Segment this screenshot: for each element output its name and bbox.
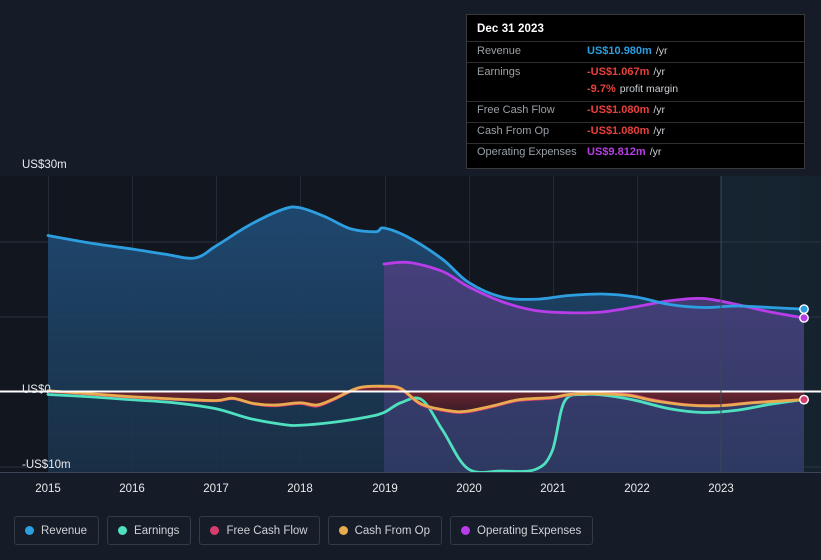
chart-legend: Revenue Earnings Free Cash Flow Cash From O… [14, 516, 594, 545]
tooltip-row-value: -US$1.080m [587, 104, 650, 116]
tooltip-row: Revenue US$10.980m/yr [467, 41, 804, 62]
tooltip-row: Cash From Op -US$1.080m/yr [467, 121, 804, 143]
x-axis-tick-label: 2021 [540, 483, 566, 495]
tooltip-rows: Revenue US$10.980m/yr Earnings -US$1.067m/y… [467, 41, 804, 164]
y-axis-tick-label: -US$10m [22, 459, 71, 471]
x-axis-tick-label: 2019 [372, 483, 398, 495]
legend-item-label: Earnings [134, 524, 180, 537]
endpoint-marker [799, 394, 809, 405]
legend-color-dot-icon [338, 526, 348, 535]
legend-color-dot-icon [210, 526, 220, 535]
tooltip-row-unit: /yr [649, 146, 662, 158]
tooltip-row-value: -US$1.080m [587, 125, 650, 137]
x-axis-tick-label: 2016 [119, 483, 145, 495]
tooltip-date: Dec 31 2023 [477, 23, 544, 35]
tooltip-row-unit: /yr [653, 125, 666, 137]
legend-item-operating-expenses[interactable]: Operating Expenses [450, 516, 594, 545]
x-axis-tick-label: 2018 [287, 483, 313, 495]
tooltip-row: Free Cash Flow -US$1.080m/yr [467, 100, 804, 122]
endpoint-marker [799, 313, 809, 323]
endpoint-marker [799, 304, 809, 315]
tooltip-row-value: -US$1.067m [587, 65, 650, 78]
tooltip-row-value: US$9.812m [587, 146, 646, 158]
legend-color-dot-icon [25, 526, 34, 535]
tooltip-row-unit: /yr [653, 65, 666, 78]
legend-item-free-cash-flow[interactable]: Free Cash Flow [199, 516, 320, 545]
x-axis-tick-label: 2022 [624, 483, 650, 495]
tooltip-row-label: Cash From Op [477, 125, 550, 137]
legend-item-label: Operating Expenses [477, 524, 582, 537]
tooltip-row-unit: /yr [653, 104, 666, 116]
x-axis-tick-label: 2023 [708, 483, 734, 495]
data-tooltip: Dec 31 2023 Revenue US$10.980m/yr Earnings… [466, 14, 805, 169]
tooltip-row-unit: /yr [655, 44, 668, 57]
legend-item-cash-from-op[interactable]: Cash From Op [327, 516, 443, 545]
x-axis-tick-label: 2017 [203, 483, 229, 495]
legend-color-dot-icon [118, 526, 128, 535]
tooltip-row: Operating Expenses US$9.812m/yr [467, 142, 804, 164]
legend-item-label: Cash From Op [354, 524, 431, 537]
y-axis-tick-label: US$30m [22, 159, 67, 171]
x-axis-tick-label: 2020 [456, 483, 482, 495]
legend-color-dot-icon [461, 526, 471, 535]
x-axis-tick-label: 2015 [35, 483, 61, 495]
tooltip-row-value: -9.7% [587, 83, 616, 95]
financial-area-chart: US$30m US$0 -US$10m 2015 2016 2017 2018 2019 20… [0, 0, 821, 560]
legend-item-earnings[interactable]: Earnings [107, 516, 192, 545]
tooltip-row: Earnings -US$1.067m/yr [467, 62, 804, 83]
legend-item-revenue[interactable]: Revenue [14, 516, 100, 545]
y-axis-tick-label: US$0 [22, 384, 51, 396]
tooltip-row-unit: profit margin [619, 83, 679, 95]
tooltip-row-label: Earnings [477, 65, 521, 78]
tooltip-row: -9.7% profit margin [467, 83, 804, 101]
tooltip-row-label: Free Cash Flow [477, 104, 555, 116]
legend-item-label: Free Cash Flow [226, 524, 308, 537]
tooltip-row-label: Revenue [477, 44, 522, 57]
tooltip-row-label: Operating Expenses [477, 146, 577, 158]
tooltip-row-value: US$10.980m [587, 44, 652, 57]
legend-item-label: Revenue [41, 524, 88, 537]
